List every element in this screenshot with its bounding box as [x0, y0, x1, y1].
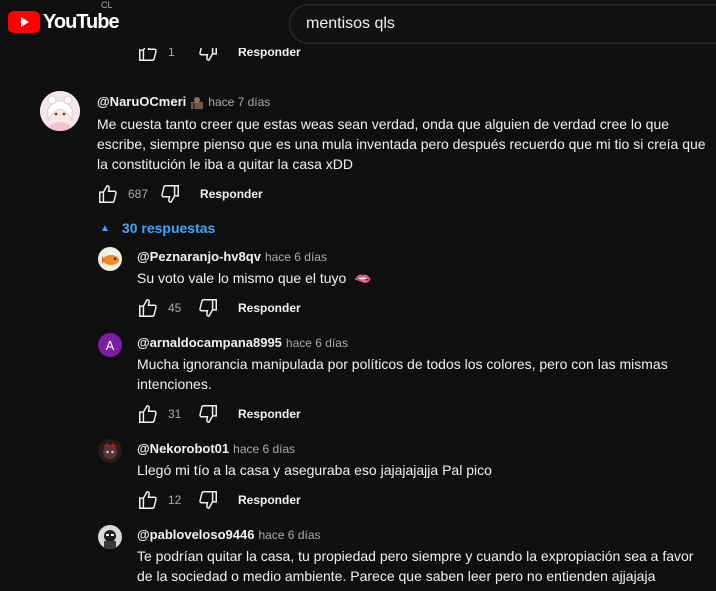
reply-comment: @pabloveloso9446 hace 6 días Te podrían … — [137, 527, 707, 586]
comment-header: @NaruOCmeri hace 7 días — [97, 94, 707, 109]
comment-author[interactable]: @Peznaranjo-hv8qv — [137, 249, 261, 264]
reply-button[interactable]: Responder — [238, 493, 301, 507]
dislike-icon[interactable] — [196, 488, 220, 512]
comment-text: Mucha ignorancia manipulada por político… — [137, 356, 668, 392]
search-input[interactable] — [306, 15, 716, 33]
lips-emoji: 🫦 — [354, 270, 372, 286]
replies-count: 30 respuestas — [121, 220, 216, 236]
like-icon[interactable] — [136, 402, 160, 426]
comment-time[interactable]: hace 6 días — [286, 336, 348, 350]
avatar[interactable] — [40, 91, 80, 131]
comment-author[interactable]: @NaruOCmeri — [97, 94, 186, 109]
dislike-icon[interactable] — [196, 402, 220, 426]
reply-comment: @Nekorobot01 hace 6 días Llegó mi tío a … — [137, 441, 707, 480]
like-count: 687 — [128, 187, 149, 201]
reply-comment: @arnaldocampana8995 hace 6 días Mucha ig… — [137, 335, 707, 394]
like-icon[interactable] — [136, 296, 160, 320]
chevron-up-icon: ▲ — [100, 222, 110, 234]
comment-actions: 12 Responder — [136, 488, 301, 512]
comment-header: @arnaldocampana8995 hace 6 días — [137, 335, 707, 350]
comment-time[interactable]: hace 6 días — [258, 528, 320, 542]
reply-comment: @Peznaranjo-hv8qv hace 6 días Su voto va… — [137, 249, 707, 288]
like-count: 45 — [168, 301, 182, 315]
comment-time[interactable]: hace 6 días — [233, 442, 295, 456]
avatar[interactable] — [98, 247, 122, 271]
comment-header: @Nekorobot01 hace 6 días — [137, 441, 707, 456]
comment-text: Te podrían quitar la casa, tu propiedad … — [137, 548, 694, 584]
reply-button[interactable]: Responder — [200, 187, 263, 201]
like-count: 31 — [168, 407, 182, 421]
avatar[interactable] — [98, 439, 122, 463]
avatar-letter: A — [105, 337, 115, 353]
comment-author[interactable]: @pabloveloso9446 — [137, 527, 254, 542]
country-code: CL — [101, 0, 113, 10]
logo-text: YouTube — [43, 10, 120, 33]
comment-author[interactable]: @Nekorobot01 — [137, 441, 229, 456]
reply-button[interactable]: Responder — [238, 301, 301, 315]
comment-actions: 687 Responder — [96, 182, 263, 206]
replies-toggle-button[interactable]: ▲ 30 respuestas — [96, 218, 215, 238]
reply-button[interactable]: Responder — [238, 407, 301, 421]
comment-actions: 45 Responder — [136, 296, 301, 320]
comment-header: @Peznaranjo-hv8qv hace 6 días — [137, 249, 707, 264]
comment-header: @pabloveloso9446 hace 6 días — [137, 527, 707, 542]
comment-text-row: Su voto vale lo mismo que el tuyo 🫦 — [137, 268, 707, 288]
avatar[interactable]: A — [98, 333, 122, 357]
dislike-icon[interactable] — [158, 182, 182, 206]
comment-text: Su voto vale lo mismo que el tuyo — [137, 270, 347, 286]
avatar[interactable] — [98, 525, 122, 549]
comment-text: Llegó mi tío a la casa y aseguraba eso j… — [137, 462, 492, 478]
comment: @NaruOCmeri hace 7 días Me cuesta tanto … — [97, 94, 707, 174]
comment-time[interactable]: hace 6 días — [265, 250, 327, 264]
comment-actions: 31 Responder — [136, 402, 301, 426]
dislike-icon[interactable] — [196, 296, 220, 320]
comment-time[interactable]: hace 7 días — [208, 95, 270, 109]
like-icon[interactable] — [136, 488, 160, 512]
like-icon[interactable] — [96, 182, 120, 206]
masthead: YouTube CL — [0, 0, 716, 48]
search-box[interactable] — [289, 4, 716, 44]
like-count: 12 — [168, 493, 182, 507]
comment-author[interactable]: @arnaldocampana8995 — [137, 335, 282, 350]
youtube-logo-icon — [8, 11, 40, 33]
youtube-logo[interactable]: YouTube — [8, 10, 120, 34]
member-badge-icon — [190, 95, 204, 109]
comment-text: Me cuesta tanto creer que estas weas sea… — [97, 116, 706, 172]
